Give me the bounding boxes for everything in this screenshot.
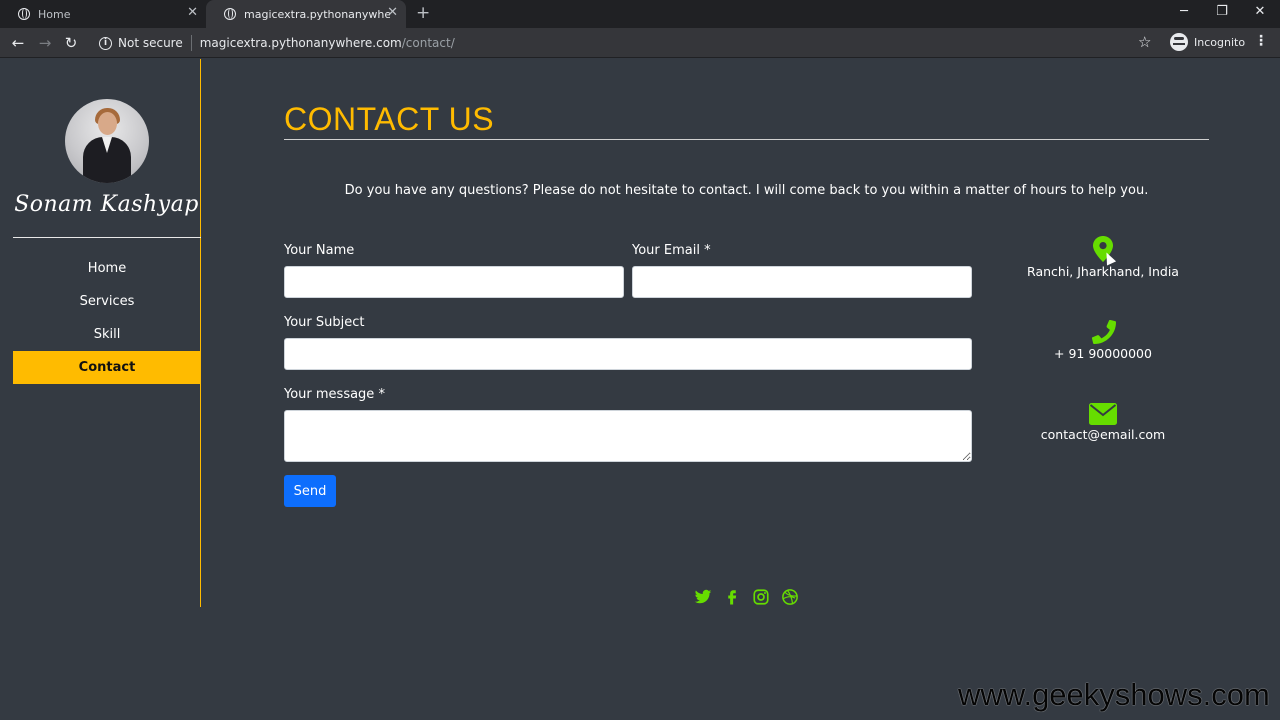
globe-icon [18,8,30,20]
close-tab-icon[interactable]: ✕ [187,6,198,20]
subject-field[interactable] [284,338,972,370]
watermark: www.geekyshows.com [958,677,1270,712]
tab-title: Home [38,7,71,21]
phone-text: + 91 90000000 [1054,346,1152,361]
url-host: magicextra.pythonanywhere.com [199,36,402,50]
incognito-icon [1170,33,1188,51]
back-icon[interactable]: ← [8,33,28,53]
bookmark-star-icon[interactable]: ☆ [1138,33,1151,51]
divider [284,139,1209,140]
sidebar-nav: Home Services Skill Contact [13,252,201,384]
dribbble-icon[interactable] [781,588,799,606]
phone-icon [1091,320,1116,344]
address-text: Ranchi, Jharkhand, India [1027,264,1179,279]
email-item: contact@email.com [1020,403,1186,442]
new-tab-icon[interactable]: + [416,4,430,22]
sidebar: Sonam Kashyap Home Services Skill Contac… [0,59,201,607]
tab-home[interactable]: Home ✕ [0,0,206,28]
phone-item: + 91 90000000 [1020,320,1186,361]
sidebar-item-services[interactable]: Services [13,285,201,318]
tab-title: magicextra.pythonanywhere.com [244,7,390,21]
site-brand-name[interactable]: Sonam Kashyap [0,192,213,217]
forward-icon[interactable]: → [35,33,55,53]
name-label: Your Name [284,243,355,258]
browser-toolbar: ← → ↻ i Not secure magicextra.pythonanyw… [0,28,1280,58]
divider [13,237,201,238]
social-links [694,588,799,606]
sidebar-item-home[interactable]: Home [13,252,201,285]
send-button[interactable]: Send [284,475,336,507]
browser-tab-bar: Home ✕ magicextra.pythonanywhere.com ✕ +… [0,0,1280,28]
sidebar-item-skill[interactable]: Skill [13,318,201,351]
sidebar-item-contact[interactable]: Contact [13,351,201,384]
message-field[interactable] [284,410,972,462]
close-window-icon[interactable]: ✕ [1250,4,1270,19]
tab-contact[interactable]: magicextra.pythonanywhere.com ✕ [206,0,406,28]
reload-icon[interactable]: ↻ [61,33,81,53]
instagram-icon[interactable] [752,588,770,606]
menu-icon[interactable]: ⋮ [1254,33,1268,49]
minimize-icon[interactable]: ─ [1174,4,1194,19]
close-tab-icon[interactable]: ✕ [387,6,398,20]
message-label: Your message * [284,387,385,402]
incognito-indicator[interactable]: Incognito [1170,33,1245,51]
url-path: /contact/ [401,36,455,50]
divider [190,35,192,51]
email-text: contact@email.com [1040,427,1166,442]
name-field[interactable] [284,266,624,298]
envelope-icon [1089,403,1117,425]
facebook-icon[interactable] [723,588,741,606]
intro-text: Do you have any questions? Please do not… [344,183,1149,198]
restore-icon[interactable]: ❐ [1212,4,1232,19]
twitter-icon[interactable] [694,588,712,606]
address-bar[interactable]: i Not secure magicextra.pythonanywhere.c… [90,31,1164,55]
incognito-label: Incognito [1194,35,1246,49]
email-field[interactable] [632,266,972,298]
security-label: Not secure [118,36,183,50]
email-label: Your Email * [632,243,711,258]
subject-label: Your Subject [284,315,365,330]
page-title: CONTACT US [284,101,495,137]
globe-icon [224,8,236,20]
avatar [65,99,149,183]
info-icon[interactable]: i [99,36,112,50]
